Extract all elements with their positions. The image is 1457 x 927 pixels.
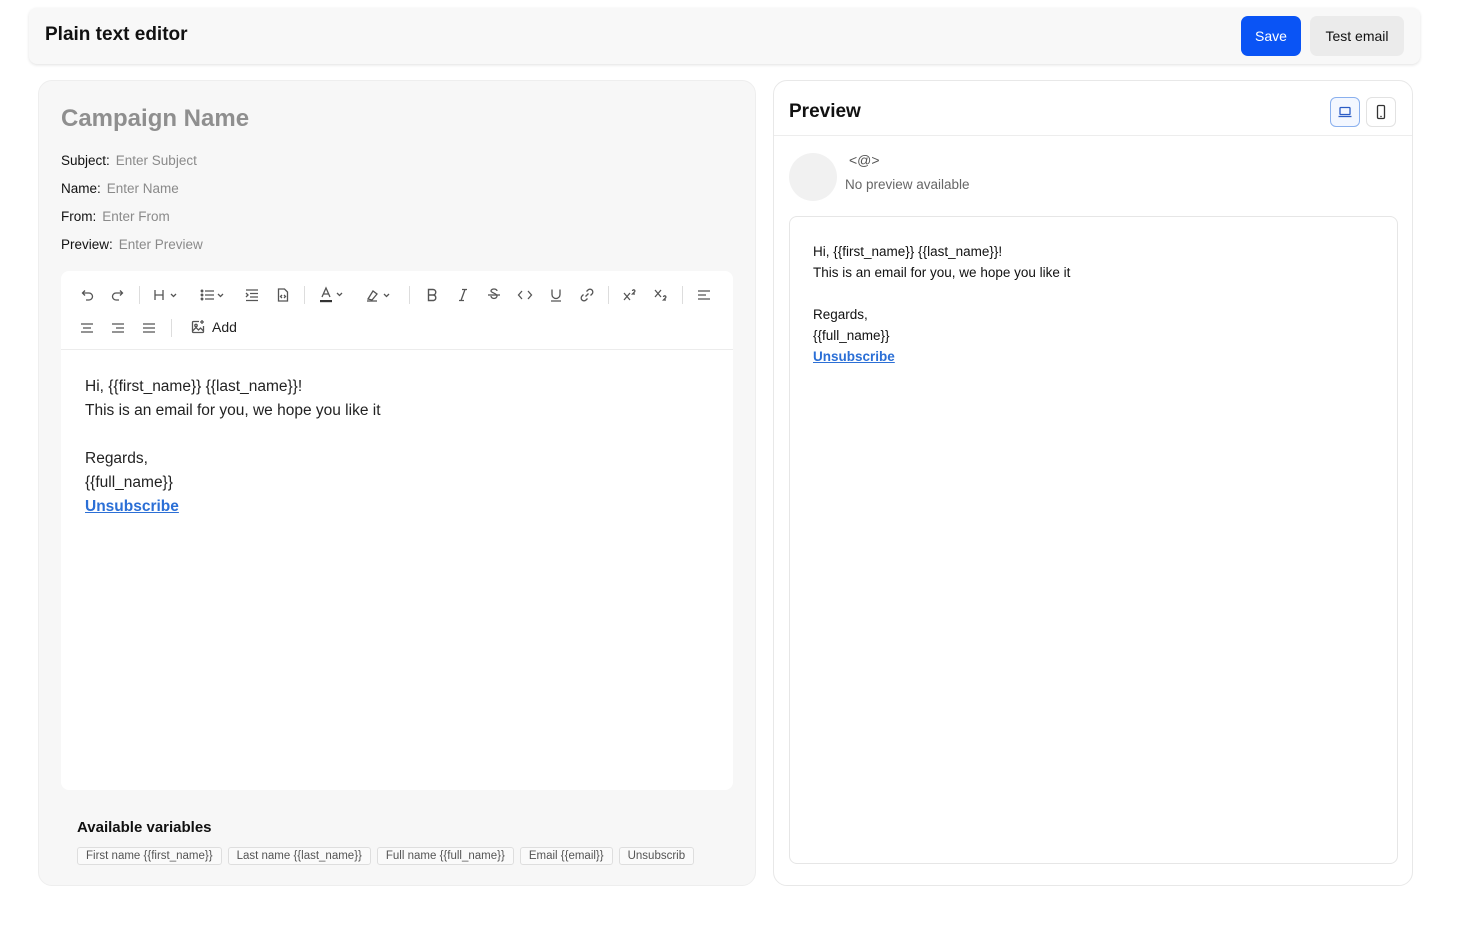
align-right-icon[interactable] bbox=[106, 316, 130, 340]
campaign-name-input[interactable]: Campaign Name bbox=[61, 105, 249, 133]
preview-line: This is an email for you, we hope you li… bbox=[813, 265, 1071, 280]
preview-text-input[interactable]: Enter Preview bbox=[119, 237, 203, 252]
preview-line: Regards, bbox=[813, 307, 868, 322]
subscript-icon[interactable] bbox=[649, 283, 673, 307]
image-add-icon bbox=[190, 319, 206, 335]
variable-chip-unsubscribe[interactable]: Unsubscrib bbox=[618, 847, 695, 865]
name-label: Name: bbox=[61, 181, 101, 196]
bold-icon[interactable] bbox=[420, 283, 444, 307]
top-bar: Plain text editor Save Test email bbox=[29, 8, 1420, 64]
from-input[interactable]: Enter From bbox=[102, 209, 170, 224]
from-label: From: bbox=[61, 209, 97, 224]
editor-content[interactable]: Hi, {{first_name}} {{last_name}}! This i… bbox=[85, 375, 381, 519]
page-title: Plain text editor bbox=[45, 24, 188, 45]
preview-text-row: Preview: Enter Preview bbox=[61, 237, 203, 252]
undo-icon[interactable] bbox=[75, 283, 99, 307]
preview-line: Hi, {{first_name}} {{last_name}}! bbox=[813, 244, 1003, 259]
preview-divider bbox=[774, 135, 1412, 136]
superscript-icon[interactable] bbox=[618, 283, 642, 307]
subject-label: Subject: bbox=[61, 153, 110, 168]
toolbar-separator bbox=[171, 319, 172, 337]
italic-icon[interactable] bbox=[451, 283, 475, 307]
add-image-button[interactable]: Add bbox=[190, 319, 237, 335]
strikethrough-icon[interactable] bbox=[482, 283, 506, 307]
toolbar-separator bbox=[409, 286, 410, 304]
variable-chip-full-name[interactable]: Full name {{full_name}} bbox=[376, 847, 514, 865]
preview-blank-line bbox=[813, 283, 1070, 304]
editor-line: This is an email for you, we hope you li… bbox=[85, 402, 381, 419]
variables-list: First name {{first_name}} Last name {{las… bbox=[77, 846, 721, 866]
link-icon[interactable] bbox=[575, 283, 599, 307]
test-email-button[interactable]: Test email bbox=[1310, 16, 1404, 56]
name-input[interactable]: Enter Name bbox=[107, 181, 179, 196]
heading-icon[interactable] bbox=[149, 283, 185, 307]
align-center-icon[interactable] bbox=[75, 316, 99, 340]
available-variables-title: Available variables bbox=[77, 819, 212, 836]
highlight-icon[interactable] bbox=[361, 283, 397, 307]
toolbar-separator bbox=[682, 286, 683, 304]
editor-line: Hi, {{first_name}} {{last_name}}! bbox=[85, 378, 303, 395]
email-preview-card: Hi, {{first_name}} {{last_name}}! This i… bbox=[789, 216, 1398, 864]
add-label: Add bbox=[212, 319, 237, 335]
toolbar-separator bbox=[608, 286, 609, 304]
from-row: From: Enter From bbox=[61, 209, 170, 224]
sender-address: <@> bbox=[849, 152, 880, 168]
laptop-icon bbox=[1337, 104, 1353, 120]
variable-chip-first-name[interactable]: First name {{first_name}} bbox=[77, 847, 222, 865]
avatar bbox=[789, 153, 837, 201]
bullet-list-icon[interactable] bbox=[195, 283, 231, 307]
desktop-view-button[interactable] bbox=[1330, 97, 1360, 127]
underline-icon[interactable] bbox=[544, 283, 568, 307]
editor-blank-line bbox=[85, 423, 381, 447]
mobile-view-button[interactable] bbox=[1366, 97, 1396, 127]
subject-input[interactable]: Enter Subject bbox=[116, 153, 197, 168]
preview-title: Preview bbox=[789, 101, 861, 122]
redo-icon[interactable] bbox=[106, 283, 130, 307]
name-row: Name: Enter Name bbox=[61, 181, 179, 196]
preview-panel: Preview <@> No preview available Hi, {{f… bbox=[773, 80, 1413, 886]
rich-text-editor: Add Hi, {{first_name}} {{last_name}}! Th… bbox=[61, 271, 733, 790]
align-left-icon[interactable] bbox=[692, 283, 716, 307]
code-icon[interactable] bbox=[513, 283, 537, 307]
mobile-icon bbox=[1373, 104, 1389, 120]
save-button[interactable]: Save bbox=[1241, 16, 1301, 56]
editor-line: Regards, bbox=[85, 450, 148, 467]
preview-line: {{full_name}} bbox=[813, 328, 890, 343]
variable-chip-last-name[interactable]: Last name {{last_name}} bbox=[227, 847, 371, 865]
preview-content: Hi, {{first_name}} {{last_name}}! This i… bbox=[813, 241, 1070, 367]
editor-divider bbox=[61, 349, 733, 350]
editor-panel: Campaign Name Subject: Enter Subject Name… bbox=[38, 80, 756, 886]
align-justify-icon[interactable] bbox=[137, 316, 161, 340]
subject-row: Subject: Enter Subject bbox=[61, 153, 197, 168]
variable-chip-email[interactable]: Email {{email}} bbox=[519, 847, 613, 865]
embed-icon[interactable] bbox=[271, 283, 295, 307]
editor-line: {{full_name}} bbox=[85, 474, 173, 491]
text-color-icon[interactable] bbox=[315, 283, 351, 307]
preview-text-label: Preview: bbox=[61, 237, 113, 252]
toolbar-separator bbox=[139, 286, 140, 304]
toolbar-separator bbox=[304, 286, 305, 304]
preview-unsubscribe-link[interactable]: Unsubscribe bbox=[813, 349, 895, 364]
indent-icon[interactable] bbox=[240, 283, 264, 307]
no-preview-text: No preview available bbox=[845, 177, 970, 192]
unsubscribe-link[interactable]: Unsubscribe bbox=[85, 498, 179, 515]
